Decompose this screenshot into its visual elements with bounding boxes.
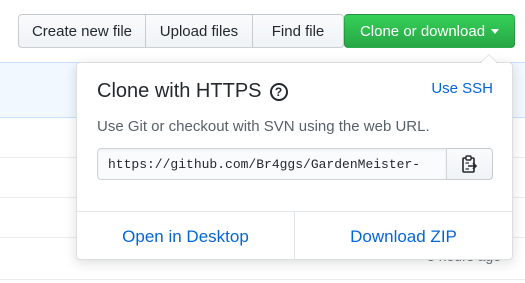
popover-footer: Open in Desktop Download ZIP: [77, 211, 512, 261]
clone-url-input[interactable]: [97, 148, 447, 180]
popover-title: Clone with HTTPS ?: [97, 80, 288, 103]
question-icon[interactable]: ?: [269, 82, 288, 101]
popover-arrow-inner: [481, 55, 497, 63]
popover-title-text: Clone with HTTPS: [97, 80, 262, 102]
create-new-file-button[interactable]: Create new file: [18, 14, 146, 48]
download-zip-link[interactable]: Download ZIP: [295, 212, 512, 261]
repo-page: 3 hours ago Create new file Upload files…: [0, 0, 525, 283]
clipboard-icon: [461, 155, 477, 173]
clone-or-download-button[interactable]: Clone or download: [344, 14, 515, 48]
clone-button-label: Clone or download: [359, 22, 486, 40]
file-actions-group: Create new file Upload files Find file: [18, 14, 344, 48]
popover-body: Clone with HTTPS ? Use SSH Use Git or ch…: [77, 63, 512, 211]
use-ssh-link[interactable]: Use SSH: [431, 80, 493, 97]
file-toolbar: Create new file Upload files Find file: [18, 14, 344, 48]
clone-url-group: [97, 148, 493, 180]
find-file-button[interactable]: Find file: [253, 14, 344, 48]
caret-down-icon: [491, 28, 500, 34]
open-in-desktop-link[interactable]: Open in Desktop: [77, 212, 295, 261]
clone-popover: Clone with HTTPS ? Use SSH Use Git or ch…: [76, 54, 513, 261]
upload-files-button[interactable]: Upload files: [146, 14, 253, 48]
copy-url-button[interactable]: [447, 148, 493, 180]
popover-description: Use Git or checkout with SVN using the w…: [97, 118, 430, 135]
